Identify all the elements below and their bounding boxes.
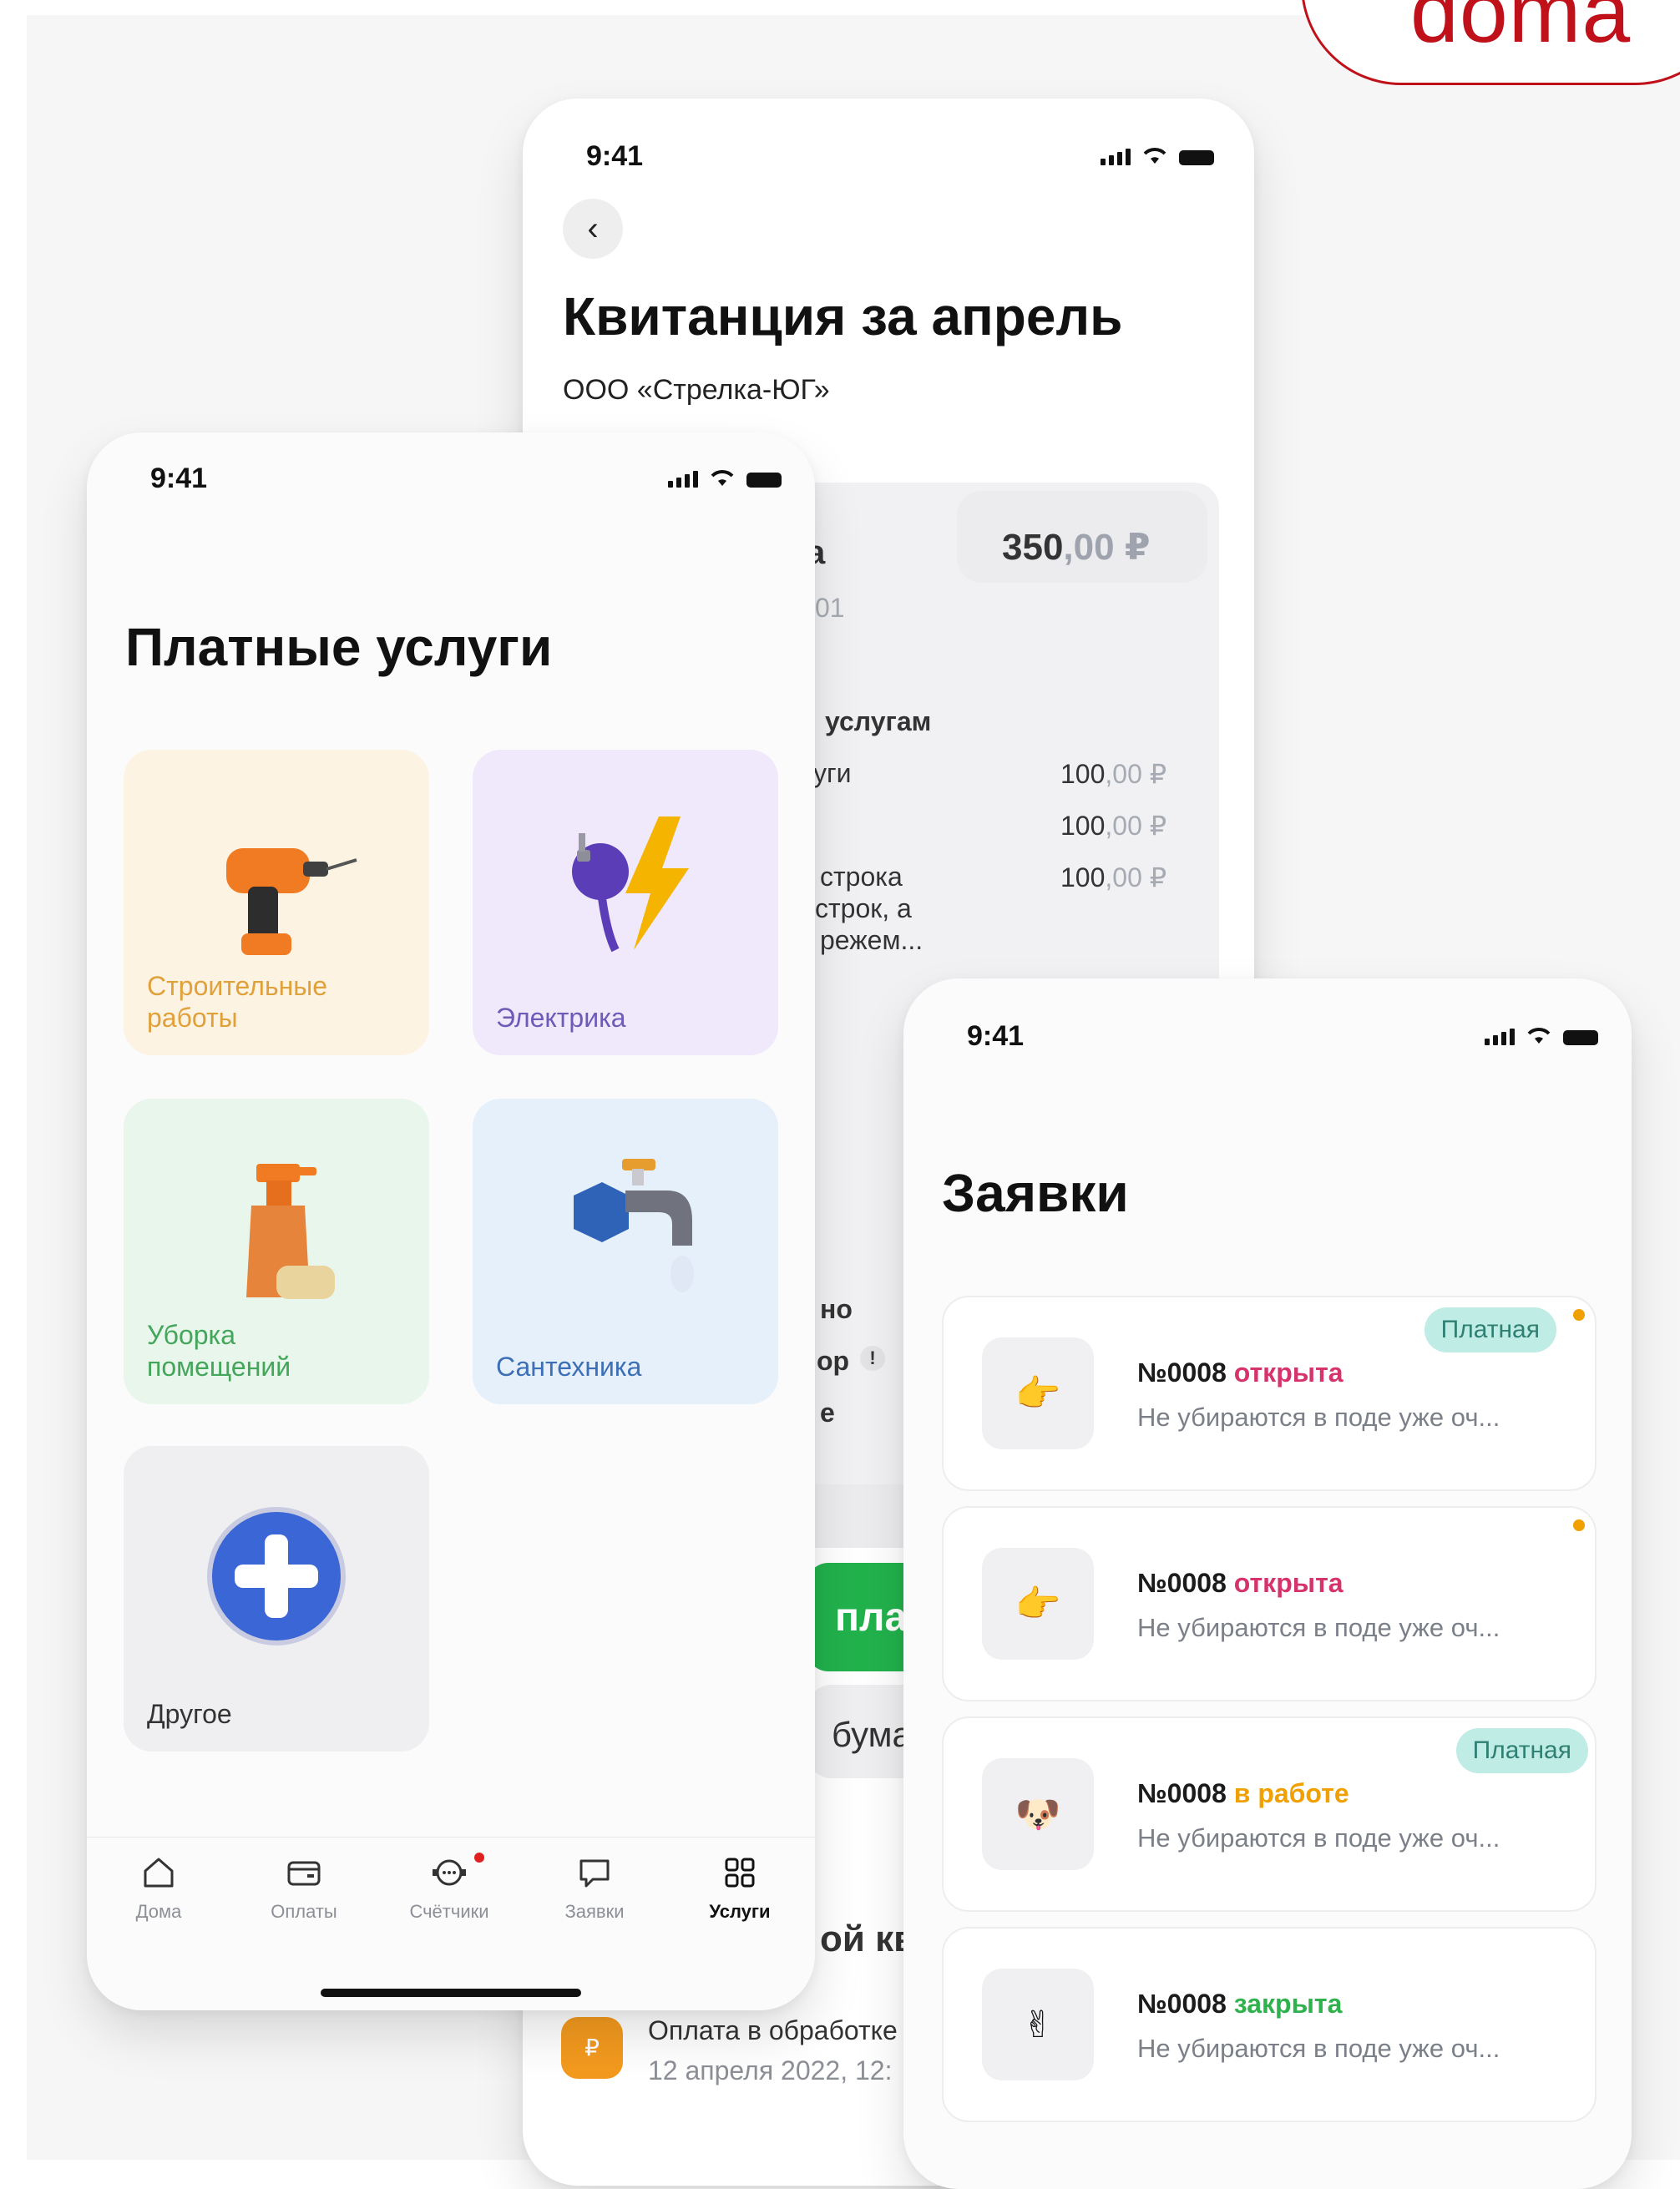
services-phone: 9:41 Платные услуги Строительныеработы	[87, 432, 815, 2010]
status-time: 9:41	[586, 140, 644, 172]
request-number: №0008 открыта	[1137, 1357, 1343, 1388]
partial-no: но	[820, 1294, 853, 1324]
status-time: 9:41	[150, 463, 208, 494]
signal-icon	[1101, 149, 1131, 165]
tile-plumbing[interactable]: Сантехника	[473, 1099, 778, 1404]
chevron-left-icon: ‹	[587, 210, 599, 247]
tile-electrical[interactable]: Электрика	[473, 750, 778, 1055]
tile-label: Другое	[147, 1699, 232, 1729]
spray-bottle-icon	[246, 1164, 335, 1299]
grid-icon	[725, 1858, 755, 1888]
tile-label: Строительные работы	[147, 971, 328, 1033]
line-price-1: 100,00 ₽	[1060, 759, 1167, 789]
plug-lightning-icon	[572, 816, 689, 953]
request-status: открыта	[1233, 1357, 1343, 1388]
unread-dot	[1573, 1309, 1585, 1321]
tile-label: Сантехника	[496, 1352, 642, 1382]
total-amount: 350,00 ₽	[1002, 526, 1150, 569]
brand-logo: doma	[1301, 0, 1680, 85]
wifi-icon	[708, 468, 736, 488]
request-emoji: 👉	[982, 1548, 1094, 1660]
tile-other[interactable]: Другое	[124, 1446, 429, 1752]
line-price-3: 100,00 ₽	[1060, 862, 1167, 892]
tile-label: Электрика	[496, 1003, 626, 1033]
status-time: 9:41	[967, 1020, 1025, 1052]
back-button[interactable]: ‹	[563, 199, 623, 259]
signal-icon	[668, 471, 698, 488]
paid-badge: Платная	[1424, 1307, 1556, 1352]
tab-meters[interactable]: Счётчики	[391, 1853, 508, 1923]
section-heading: услугам	[825, 706, 932, 736]
partial-op: ор	[817, 1346, 850, 1376]
payment-status-date: 12 апреля 2022, 12:	[648, 2055, 893, 2085]
tile-label: Уборка помещений	[147, 1320, 291, 1382]
request-number: №0008 в работе	[1137, 1778, 1349, 1808]
status-bar: 9:41	[903, 1009, 1632, 1059]
requests-phone: 9:41 Заявки 👉 №0008 открыта Не убираются…	[903, 978, 1632, 2189]
line-wrap-2: режем...	[820, 925, 923, 955]
request-status: в работе	[1233, 1778, 1349, 1808]
plus-icon	[207, 1507, 346, 1646]
page-title: Квитанция за апрель	[563, 286, 1123, 346]
paid-badge: Платная	[1455, 1728, 1588, 1773]
notification-dot	[474, 1853, 484, 1863]
page-title: Платные услуги	[125, 617, 553, 677]
tile-construction[interactable]: Строительные работы	[124, 750, 429, 1055]
home-indicator	[321, 1989, 581, 1997]
line-price-2: 100,00 ₽	[1060, 811, 1167, 841]
request-card[interactable]: 👉 №0008 открыта Не убираются в поде уже …	[942, 1296, 1597, 1491]
request-emoji: ✌	[982, 1969, 1094, 2080]
request-description: Не убираются в поде уже оч...	[1137, 1613, 1500, 1642]
drill-icon	[226, 848, 357, 955]
meter-icon	[433, 1859, 466, 1886]
faucet-icon	[574, 1159, 694, 1292]
tab-payments[interactable]: Оплаты	[245, 1853, 362, 1923]
status-bar: 9:41	[87, 451, 815, 501]
payment-status-title: Оплата в обработке	[648, 2015, 898, 2045]
line-label-1: уги	[813, 758, 852, 788]
line-label-3: строка	[820, 862, 903, 892]
unread-dot	[1573, 1519, 1585, 1531]
status-bar: 9:41	[523, 129, 1254, 179]
payment-status-icon: ₽	[561, 2017, 623, 2079]
request-number: №0008 открыта	[1137, 1568, 1343, 1598]
line-wrap-1: строк, а	[815, 893, 912, 923]
request-emoji: 👉	[982, 1337, 1094, 1449]
battery-icon	[1179, 150, 1214, 165]
request-status: открыта	[1233, 1568, 1343, 1598]
battery-icon	[746, 473, 782, 488]
home-icon	[144, 1858, 174, 1888]
wifi-icon	[1141, 145, 1169, 165]
wallet-icon	[287, 1861, 321, 1886]
tab-requests[interactable]: Заявки	[536, 1853, 653, 1923]
bottom-tab-bar: Дома Оплаты Счётчики Заявки Услуги	[87, 1837, 815, 1938]
page-title: Заявки	[942, 1163, 1129, 1223]
request-number: №0008 закрыта	[1137, 1989, 1343, 2019]
wifi-icon	[1525, 1025, 1553, 1045]
company-name: ООО «Стрелка-ЮГ»	[563, 374, 830, 406]
request-description: Не убираются в поде уже оч...	[1137, 1403, 1500, 1432]
request-description: Не убираются в поде уже оч...	[1137, 2034, 1500, 2063]
receipt-history-heading: ой кв	[820, 1919, 917, 1959]
request-card[interactable]: 👉 №0008 открыта Не убираются в поде уже …	[942, 1506, 1597, 1701]
info-icon[interactable]: !	[860, 1346, 885, 1371]
tab-services[interactable]: Услуги	[681, 1853, 798, 1923]
brand-text: doma	[1410, 0, 1632, 61]
partial-e: е	[820, 1398, 835, 1428]
request-card[interactable]: 🐶 №0008 в работе Не убираются в поде уже…	[942, 1716, 1597, 1912]
battery-icon	[1563, 1030, 1598, 1045]
amount-int: 350	[1002, 527, 1064, 568]
tile-cleaning[interactable]: Уборка помещений	[124, 1099, 429, 1404]
signal-icon	[1485, 1029, 1515, 1045]
tab-home[interactable]: Дома	[100, 1853, 217, 1923]
partial-account: 01	[815, 593, 845, 623]
request-card[interactable]: ✌ №0008 закрыта Не убираются в поде уже …	[942, 1927, 1597, 2122]
request-description: Не убираются в поде уже оч...	[1137, 1823, 1500, 1853]
amount-dec: ,00 ₽	[1063, 527, 1151, 568]
request-status: закрыта	[1233, 1989, 1343, 2019]
request-emoji: 🐶	[982, 1758, 1094, 1870]
chat-icon	[579, 1859, 610, 1888]
